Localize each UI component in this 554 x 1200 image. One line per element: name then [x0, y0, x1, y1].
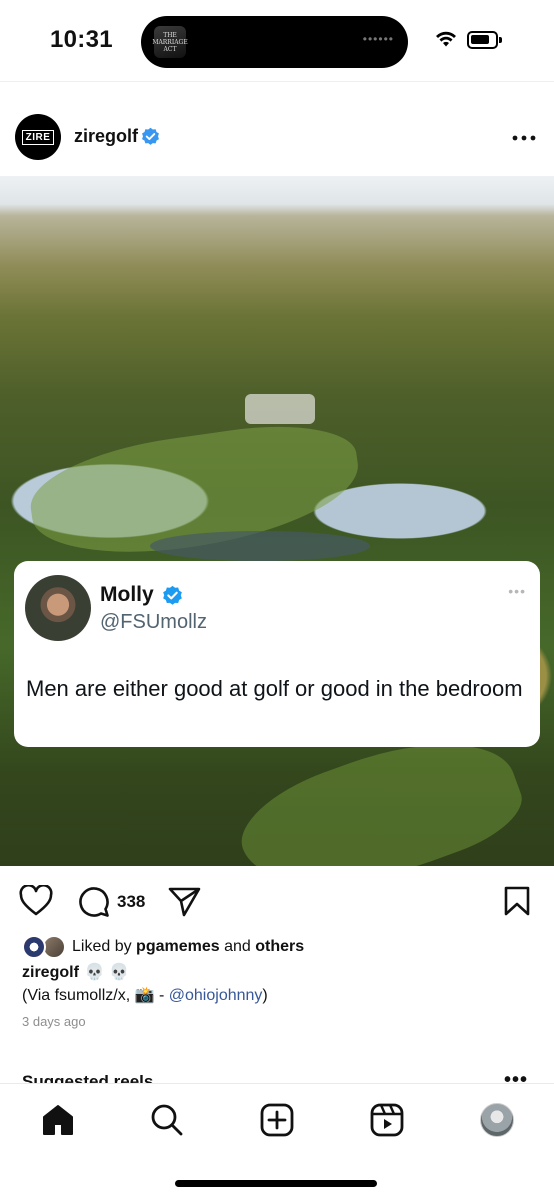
caption-mention-link[interactable]: @ohiojohnny	[169, 987, 263, 1004]
profile-avatar	[480, 1103, 514, 1137]
post-author-username[interactable]: ziregolf	[74, 126, 138, 147]
post-header: ZIRE ziregolf	[0, 112, 554, 164]
search-icon	[151, 1104, 183, 1136]
share-send-icon[interactable]	[168, 886, 202, 918]
add-post-icon	[260, 1103, 294, 1137]
home-icon	[43, 1105, 73, 1135]
verified-badge-icon	[142, 127, 159, 145]
avatar-logo-text: ZIRE	[21, 129, 55, 145]
caption-username[interactable]: ziregolf	[22, 964, 79, 981]
image-pond	[150, 531, 370, 561]
save-bookmark-icon[interactable]	[503, 885, 531, 917]
audio-waveform-icon: ••••••	[362, 32, 394, 46]
nav-search[interactable]	[147, 1100, 187, 1140]
nav-reels[interactable]	[367, 1100, 407, 1140]
wifi-icon	[436, 31, 456, 47]
nav-profile[interactable]	[477, 1100, 517, 1140]
status-time: 10:31	[50, 26, 113, 53]
liked-by-text[interactable]: Liked by pgamemes and others	[72, 938, 304, 956]
suggested-more-icon[interactable]: •••	[504, 1069, 528, 1083]
battery-icon	[467, 31, 502, 49]
tweet-author-name: Molly	[100, 583, 154, 606]
comment-count[interactable]: 338	[117, 892, 145, 912]
post-timestamp: 3 days ago	[22, 1014, 86, 1029]
caption-emoji: 💀 💀	[84, 964, 130, 981]
like-heart-icon[interactable]	[19, 885, 53, 917]
caption-text: (Via fsumollz/x, 📸 - @ohiojohnny)	[22, 987, 268, 1004]
reels-icon	[370, 1103, 404, 1137]
verified-badge-icon	[163, 585, 182, 605]
liked-by-avatars	[22, 935, 68, 961]
tweet-author-avatar	[25, 575, 91, 641]
now-playing-artwork[interactable]: THE MARRIAGE ACT	[152, 26, 188, 58]
tweet-text: Men are either good at golf or good in t…	[26, 676, 523, 701]
liker-avatar	[22, 935, 46, 959]
tweet-more-icon: •••	[508, 583, 526, 599]
dynamic-island[interactable]: THE MARRIAGE ACT ••••••	[141, 16, 408, 68]
comment-icon[interactable]	[77, 885, 110, 918]
image-clubhouse	[245, 394, 315, 424]
nav-home[interactable]	[38, 1100, 78, 1140]
liked-by-others[interactable]: others	[255, 938, 304, 955]
post-options-button[interactable]	[512, 122, 536, 148]
liked-by-user[interactable]: pgamemes	[136, 938, 220, 955]
home-indicator[interactable]	[175, 1180, 377, 1187]
post-image[interactable]	[0, 176, 554, 866]
tweet-card: Molly @FSUmollz ••• Men are either good …	[14, 561, 540, 747]
tweet-author-handle: @FSUmollz	[100, 611, 207, 633]
post-author-avatar[interactable]: ZIRE	[15, 114, 61, 160]
caption: ziregolf 💀 💀	[22, 962, 129, 982]
nav-create[interactable]	[257, 1100, 297, 1140]
more-horizontal-icon	[512, 135, 536, 141]
post-action-bar: 338	[0, 880, 554, 924]
status-bar: 10:31 THE MARRIAGE ACT ••••••	[0, 0, 554, 82]
